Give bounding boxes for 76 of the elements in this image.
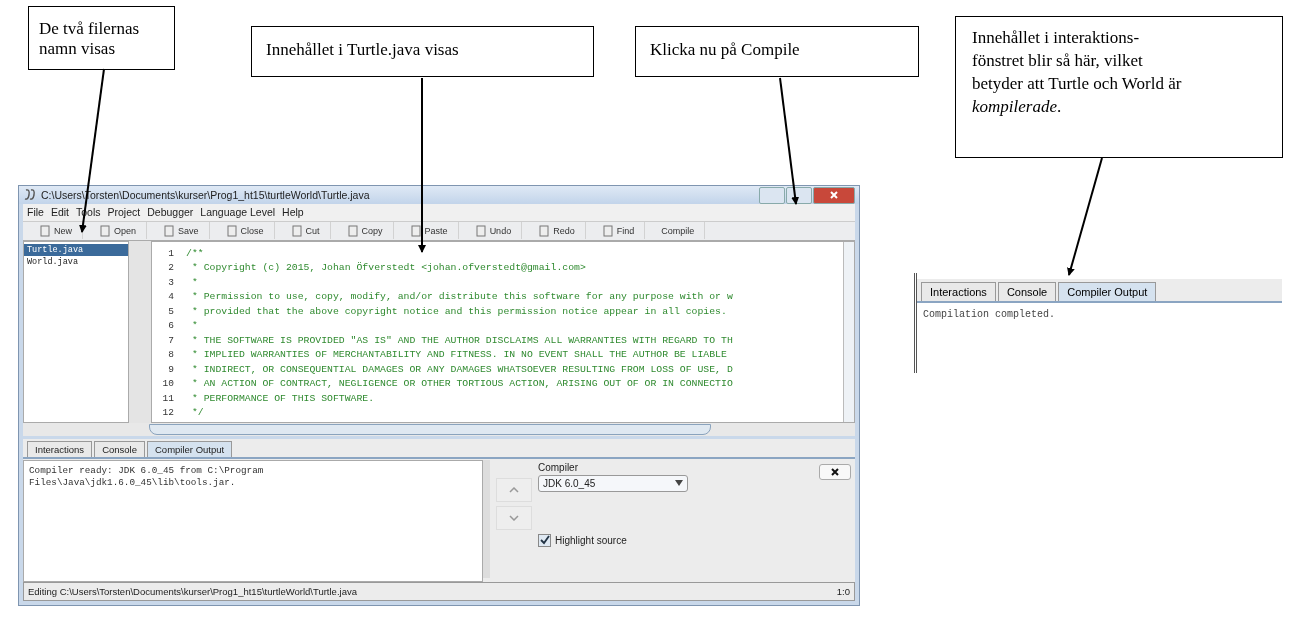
output-text: Compiler ready: JDK 6.0_45 from C:\Program Files\Java\jdk1.6.0_45\lib\tools.jar. (29, 464, 265, 490)
chevron-up-icon (509, 486, 519, 493)
code-line: * INDIRECT, OR CONSEQUENTIAL DAMAGES OR ANY DAMAGES WHATSOEVER RESULTING FROM LOSS OF USE, D (190, 363, 733, 375)
status-text: Editing C:\Users\Torsten\Documents\kurser\Prog1_ht15\turtleWorld\Turtle.java (28, 585, 357, 597)
code-line: */ (190, 407, 204, 419)
line-number: 4 (167, 291, 174, 303)
toolbar-button[interactable]: Undo (458, 222, 523, 240)
code-line: * PERFORMANCE OF THIS SOFTWARE. (190, 392, 375, 404)
code-line: * (190, 276, 198, 288)
code-line: * Copyright (c) 2015, Johan Öfverstedt <johan.ofverstedt@gmail.com> (190, 262, 586, 274)
tab[interactable]: Compiler Output (147, 440, 233, 457)
toolbar-button[interactable]: Cut (274, 222, 331, 240)
tab[interactable]: Console (94, 440, 145, 457)
tab[interactable]: Compiler Output (1058, 282, 1157, 301)
compiler-dropdown[interactable]: JDK 6.0_45 (538, 474, 688, 492)
toolbar-button[interactable]: Redo (522, 222, 586, 240)
toolbar-button[interactable]: Paste (393, 222, 459, 240)
scrollbar[interactable] (843, 241, 854, 422)
scrollbar[interactable] (483, 459, 490, 578)
scroll-up-button[interactable] (496, 477, 532, 502)
line-number: 1 (167, 247, 174, 259)
checkbox-label: Highlight source (555, 534, 627, 546)
callout-text: Klicka nu på Compile (650, 40, 800, 59)
toolbar-button[interactable]: Save (147, 222, 210, 240)
toolbar-button[interactable]: Close (209, 222, 275, 240)
toolbar-button[interactable]: Open (83, 222, 148, 240)
menu-item[interactable]: File (27, 206, 44, 219)
new-file-icon (39, 224, 51, 237)
code-line: * Permission to use, copy, modify, and/or distribute this software for any purpose with or w (190, 291, 733, 303)
close-button[interactable] (819, 463, 851, 480)
callout-text: De två filernas namn visas (39, 19, 140, 59)
code-line: /** (186, 247, 204, 259)
close-icon (830, 466, 840, 477)
chevron-down-icon (509, 514, 519, 521)
line-number: 3 (167, 276, 174, 288)
compiler-label: Compiler (538, 461, 579, 473)
checkbox[interactable] (538, 533, 551, 547)
tab[interactable]: Console (997, 282, 1057, 301)
cursor-position: 1:0 (836, 585, 850, 597)
tab[interactable]: Interactions (921, 282, 996, 301)
code-line: * THE SOFTWARE IS PROVIDED "AS IS" AND THE AUTHOR DISCLAIMS ALL WARRANTIES WITH REGARD TO TH (190, 334, 733, 346)
toolbar-button[interactable]: Copy (330, 222, 394, 240)
code-line: * (190, 320, 198, 332)
line-number: 9 (167, 363, 174, 375)
toolbar-button[interactable]: Compile (645, 222, 706, 240)
code-line: * IMPLIED WARRANTIES OF MERCHANTABILITY AND FITNESS. IN NO EVENT SHALL THE AUTHOR BE LIABLE (190, 349, 727, 361)
scrollbar[interactable] (149, 424, 711, 436)
document-icon (225, 224, 238, 237)
line-number: 6 (167, 320, 174, 332)
line-number: 2 (167, 262, 174, 274)
app-icon (23, 188, 37, 203)
scroll-down-button[interactable] (496, 505, 532, 530)
toolbar-button[interactable]: New (23, 222, 83, 240)
line-number: 7 (167, 334, 174, 346)
menu-item[interactable]: Help (282, 206, 304, 219)
callout-text: Innehållet i interaktions-fönstret blir så här, vilket betyder att Turtle och World är kompilerade. (972, 27, 1183, 118)
callout-text: Innehållet i Turtle.java visas (266, 40, 459, 59)
code-line: * provided that the above copyright notice and this permission notice appear in all copies. (190, 305, 727, 317)
code-editor[interactable] (151, 240, 855, 423)
menu-item[interactable]: Edit (50, 206, 69, 219)
line-number: 5 (167, 305, 174, 317)
caret-icon (675, 480, 683, 487)
line-number: 8 (167, 349, 174, 361)
line-number: 12 (161, 407, 174, 419)
menu-item[interactable]: Project (107, 206, 141, 219)
output-text: Compilation completed. (923, 309, 1056, 320)
close-icon (829, 190, 839, 201)
code-line: * AN ACTION OF CONTRACT, NEGLIGENCE OR OTHER TORTIOUS ACTION, ARISING OUT OF OR IN CONNECTIO (190, 378, 733, 390)
menu-item[interactable]: Debugger (147, 206, 194, 219)
line-number: 10 (161, 378, 174, 390)
menu-item[interactable]: Language Level (200, 206, 276, 219)
line-number: 11 (161, 392, 174, 404)
toolbar-button[interactable]: Find (585, 222, 646, 240)
java-file-entry[interactable]: World.java (24, 255, 128, 268)
java-file-entry[interactable]: Turtle.java (24, 243, 128, 256)
tab[interactable]: Interactions (27, 440, 93, 457)
